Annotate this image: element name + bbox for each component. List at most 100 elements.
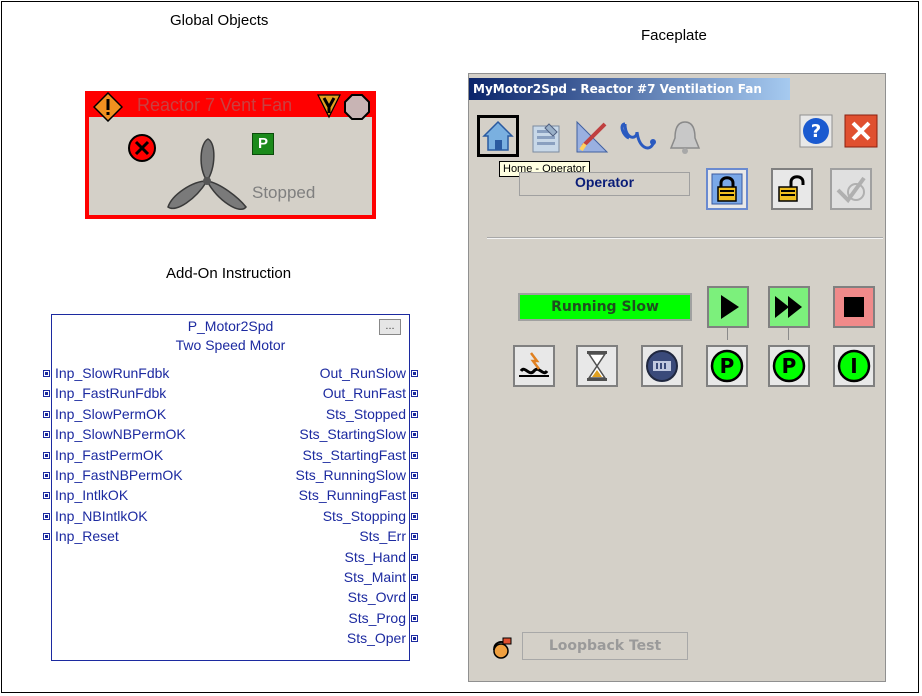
faceplate-window[interactable]: MyMotor2Spd - Reactor #7 Ventilation Fan	[468, 73, 886, 682]
aoi-output-pin[interactable]: Sts_Maint	[344, 569, 418, 588]
aoi-output-label: Sts_Maint	[343, 569, 406, 585]
alarm-bell-icon	[669, 121, 701, 154]
stop-button[interactable]	[833, 286, 875, 328]
aoi-input-pin[interactable]: Inp_IntlkOK	[43, 487, 128, 506]
aoi-output-pin[interactable]: Sts_StartingSlow	[299, 426, 418, 445]
reset-icon	[519, 352, 549, 377]
maintenance-tab-button[interactable]	[573, 118, 615, 160]
aoi-input-pin[interactable]: Inp_FastRunFdbk	[43, 385, 166, 404]
state-indicator-icon	[344, 94, 370, 120]
aoi-output-label: Out_RunSlow	[319, 365, 406, 381]
start-fast-button[interactable]	[768, 286, 810, 328]
aoi-output-label: Sts_Stopped	[325, 405, 406, 422]
aoi-output-pin[interactable]: Sts_Stopping	[323, 508, 418, 527]
acquire-button[interactable]	[830, 168, 872, 210]
maintenance-icon	[576, 120, 609, 153]
faceplate-title-bar: MyMotor2Spd - Reactor #7 Ventilation Fan	[469, 78, 790, 100]
pin-connector-icon	[43, 492, 50, 500]
aoi-input-pin[interactable]: Inp_SlowRunFdbk	[43, 365, 169, 384]
aoi-output-pin[interactable]: Sts_RunningSlow	[295, 467, 418, 486]
pin-connector-icon	[43, 451, 50, 459]
aoi-input-pin[interactable]: Inp_SlowNBPermOK	[43, 426, 186, 445]
pin-connector-icon	[43, 410, 50, 418]
aoi-input-label: Inp_FastNBPermOK	[55, 467, 183, 483]
aoi-output-pin[interactable]: Out_RunSlow	[320, 365, 418, 384]
global-object-title: Reactor 7 Vent Fan	[137, 95, 293, 115]
alarms-tab-button[interactable]	[665, 118, 707, 160]
close-button[interactable]	[844, 114, 878, 148]
pin-connector-icon	[43, 533, 50, 541]
pin-connector-icon	[411, 472, 418, 479]
aoi-output-pin[interactable]: Sts_StartingFast	[302, 446, 418, 466]
svg-text:P: P	[720, 354, 735, 378]
pin-connector-icon	[43, 472, 50, 479]
loopback-icon[interactable]	[489, 634, 515, 660]
engineering-icon	[532, 123, 560, 153]
aoi-output-pin[interactable]: Sts_Err	[359, 528, 418, 547]
pin-connector-icon	[411, 594, 418, 602]
aoi-input-pin[interactable]: Inp_Reset	[43, 528, 119, 547]
start-slow-button[interactable]	[707, 286, 749, 328]
diagnostics-tab-button[interactable]	[619, 118, 661, 160]
aoi-output-label: Sts_Hand	[344, 548, 406, 565]
aoi-input-pin[interactable]: Inp_FastNBPermOK	[43, 467, 183, 486]
error-icon	[128, 134, 156, 162]
maintenance-icon	[317, 94, 341, 119]
aoi-input-label: Inp_SlowNBPermOK	[55, 426, 186, 443]
faceplate-heading: Faceplate	[641, 27, 707, 44]
engineering-tab-button[interactable]	[527, 118, 569, 160]
aoi-input-pin[interactable]: Inp_NBIntlkOK	[43, 508, 148, 527]
pin-connector-icon	[43, 512, 50, 520]
aoi-output-pin[interactable]: Sts_RunningFast	[299, 487, 418, 506]
pin-connector-icon	[411, 410, 418, 418]
help-button[interactable]: ?	[799, 114, 833, 148]
aoi-block[interactable]: P_Motor2Spd Two Speed Motor ... Inp_Slow…	[43, 314, 418, 661]
pin-connector-icon	[411, 390, 418, 398]
aoi-input-label: Inp_FastRunFdbk	[55, 385, 167, 402]
source-icon	[646, 350, 678, 382]
aoi-output-label: Sts_RunningFast	[298, 487, 406, 504]
aoi-output-label: Sts_Oper	[346, 630, 406, 647]
global-object-display[interactable]: Reactor 7 Vent Fan P Stopped	[85, 91, 376, 219]
loopback-test-button[interactable]: Loopback Test	[522, 632, 688, 660]
home-tab-button[interactable]	[477, 115, 519, 157]
pin-connector-icon	[411, 553, 418, 561]
pin-connector-icon	[411, 635, 418, 643]
lock-button[interactable]	[706, 168, 748, 210]
permissive-icon: P	[772, 349, 806, 383]
hourglass-icon	[587, 351, 607, 381]
pin-connector-icon	[411, 431, 418, 439]
aoi-input-pin[interactable]: Inp_FastPermOK	[43, 447, 163, 466]
aoi-output-pin[interactable]: Sts_Prog	[348, 610, 418, 629]
pin-connector-icon	[411, 451, 418, 459]
aoi-output-pin[interactable]: Sts_Oper	[347, 630, 418, 649]
aoi-output-label: Sts_StartingFast	[302, 446, 407, 463]
pin-connector-icon	[43, 370, 50, 377]
slow-permissive-indicator: P	[706, 345, 748, 387]
aoi-input-pin[interactable]: Inp_SlowPermOK	[43, 406, 166, 425]
unlock-icon	[778, 175, 805, 202]
unlock-button[interactable]	[771, 168, 813, 210]
aoi-output-pin[interactable]: Sts_Hand	[345, 549, 418, 568]
pin-connector-icon	[411, 492, 418, 500]
svg-text:P: P	[782, 354, 797, 378]
pin-connector-icon	[411, 614, 418, 622]
pin-connector-icon	[411, 512, 418, 520]
aoi-output-pin[interactable]: Sts_Stopped	[326, 406, 418, 425]
home-icon	[482, 120, 514, 151]
timer-indicator	[576, 345, 618, 387]
aoi-input-label: Inp_Reset	[55, 528, 119, 545]
aoi-heading: Add-On Instruction	[166, 265, 292, 282]
aoi-output-pin[interactable]: Sts_Ovrd	[348, 589, 418, 608]
play-icon	[721, 295, 739, 319]
trip-reset-button[interactable]	[513, 345, 555, 387]
aoi-output-label: Out_RunFast	[322, 385, 406, 402]
global-objects-heading: Global Objects	[170, 12, 269, 29]
fan-icon	[167, 138, 247, 210]
pin-connector-icon	[411, 370, 418, 377]
aoi-properties-button[interactable]: ...	[379, 319, 401, 335]
aoi-name: P_Motor2Spd	[187, 318, 274, 334]
aoi-output-pin[interactable]: Out_RunFast	[323, 385, 418, 404]
interlock-icon: I	[837, 349, 871, 383]
aoi-output-label: Sts_Ovrd	[347, 589, 406, 606]
